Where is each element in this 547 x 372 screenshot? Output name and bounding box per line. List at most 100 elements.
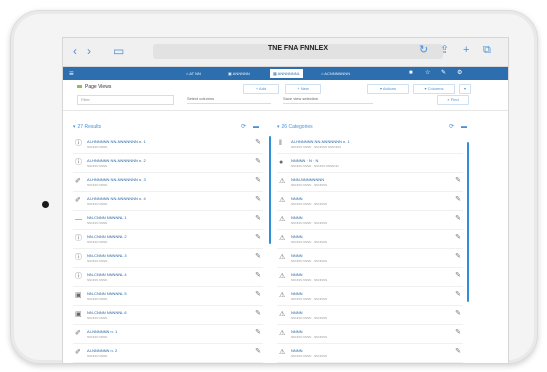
edit-icon[interactable]: ✎	[455, 177, 461, 185]
new-button[interactable]: + New	[285, 84, 321, 94]
edit-icon[interactable]: ✎	[455, 329, 461, 337]
row-title[interactable]: NNNN	[291, 310, 303, 315]
list-item[interactable]: ⓘ AI-HNNNNN NN-NNNNNNN n. 2 NNNNN NNNN ✎	[73, 155, 263, 173]
refresh-icon[interactable]: ⟳	[449, 123, 454, 131]
list-item[interactable]: ✐ AI-HNNNNN NN-NNNNNNN n. 3 NNNNN NNNN ✎	[73, 174, 263, 192]
list-item[interactable]: ▣ NN-CNNN NNNNNL 5 NNNNN NNNN ✎	[73, 288, 263, 306]
refresh-icon[interactable]: ⟳	[241, 123, 246, 131]
home-button[interactable]	[42, 201, 49, 208]
tab-analytics[interactable]: ▦ ANNNNNNL	[270, 69, 303, 78]
row-title[interactable]: NN-CNNN NNNNNL 6	[87, 310, 127, 315]
stop-icon[interactable]: ■	[409, 69, 413, 78]
edit-icon[interactable]: ✎	[441, 69, 446, 78]
list-item[interactable]: ⚠ NNNN NNNNN NNNN · NNNNNN ✎	[277, 307, 463, 325]
results-heading[interactable]: ▾ 27 Results	[73, 122, 101, 132]
row-title[interactable]: NNNN	[291, 234, 303, 239]
results-scrollbar[interactable]	[269, 136, 271, 244]
list-item[interactable]: ⓘ NN-CNNN NNNNNL 4 NNNNN NNNN ✎	[73, 269, 263, 287]
row-title[interactable]: NNNN	[291, 291, 303, 296]
row-title[interactable]: AI-HNNNNN NN-NNNNNNN n. 1	[87, 139, 146, 144]
list-item[interactable]: ⚠ NNN-NNNNNNNN NNNNN NNNN · NNNNNN ✎	[277, 174, 463, 192]
tab-home[interactable]: ⌂ AT NN	[183, 69, 204, 78]
tab-accounts[interactable]: ⌂ ACNNNNNNN	[318, 69, 353, 78]
settings-icon[interactable]: ⚙	[457, 69, 462, 78]
menu-icon[interactable]: ≡	[69, 69, 74, 78]
row-title[interactable]: NN-CNNN NNNNNL 5	[87, 291, 127, 296]
edit-icon[interactable]: ✎	[255, 329, 261, 337]
list-item[interactable]: ⚠ NNNN NNNNN NNNN · NNNNNN ✎	[277, 212, 463, 230]
edit-icon[interactable]: ✎	[455, 215, 461, 223]
edit-icon[interactable]: ✎	[255, 272, 261, 280]
categories-scrollbar[interactable]	[467, 142, 469, 302]
row-title[interactable]: AI-HNNNNN NN-NNNNNNN n. 1	[291, 139, 350, 144]
row-title[interactable]: NNNN	[291, 253, 303, 258]
row-title[interactable]: AI-NNNNNN n. 1	[87, 329, 117, 334]
row-title[interactable]: NN-CNNN NNNNNL 1	[87, 215, 127, 220]
row-title[interactable]: NNNN	[291, 196, 303, 201]
list-item[interactable]: ▣ NN-CNNN NNNNNL 6 NNNNN NNNN ✎	[73, 307, 263, 325]
tabs-icon[interactable]: ⧉	[483, 44, 491, 56]
list-item[interactable]: — NN-CNNN NNNNNL 1 NNNNN NNNN ✎	[73, 212, 263, 230]
back-icon[interactable]: ‹	[73, 45, 77, 57]
view-select[interactable]: Save view selection	[283, 95, 373, 104]
edit-icon[interactable]: ✎	[255, 348, 261, 356]
row-title[interactable]: AI-NNNNNN n. 2	[87, 348, 117, 353]
add-button[interactable]: + Add	[243, 84, 279, 94]
tab-dashboard[interactable]: ▣ ANNNNN	[225, 69, 253, 78]
edit-icon[interactable]: ✎	[455, 310, 461, 318]
row-title[interactable]: NN-CNNN NNNNNL 2	[87, 234, 127, 239]
edit-icon[interactable]: ✎	[255, 215, 261, 223]
list-item[interactable]: ⚠ NNNN NNNNN NNNN · NNNNNN ✎	[277, 231, 463, 249]
row-title[interactable]: NNNN	[291, 329, 303, 334]
find-button[interactable]: ⌕ Find	[437, 95, 469, 105]
edit-icon[interactable]: ✎	[255, 310, 261, 318]
list-item[interactable]: ⓘ NN-CNNN NNNNNL 2 NNNNN NNNN ✎	[73, 231, 263, 249]
row-title[interactable]: AI-HNNNNN NN-NNNNNNN n. 3	[87, 177, 146, 182]
edit-icon[interactable]: ✎	[255, 158, 261, 166]
list-item[interactable]: ⚠ NNNN NNNNN NNNN · NNNNNN ✎	[277, 326, 463, 344]
categories-heading[interactable]: ▾ 26 Categories	[277, 122, 313, 132]
row-title[interactable]: NNNN	[291, 215, 303, 220]
edit-icon[interactable]: ✎	[255, 234, 261, 242]
actions-button[interactable]: ▾ Actions	[367, 84, 409, 94]
list-item[interactable]: ⚠ NNNN NNNNN NNNN · NNNNNN ✎	[277, 288, 463, 306]
edit-icon[interactable]: ✎	[455, 291, 461, 299]
edit-icon[interactable]: ✎	[455, 253, 461, 261]
list-item[interactable]: ● NNNNN · N · N NNNNN NNNN · NNNNN NNNNNN	[277, 155, 463, 173]
list-item[interactable]: ✐ AI-NNNNNN n. 2 NNNNN NNNN ✎	[73, 345, 263, 363]
list-item[interactable]: ✐ AI-HNNNNN NN-NNNNNNN n. 4 NNNNN NNNN ✎	[73, 193, 263, 211]
edit-icon[interactable]: ✎	[455, 196, 461, 204]
collapse-icon[interactable]: ▬	[253, 123, 259, 131]
more-button[interactable]: ▾	[459, 84, 471, 94]
list-item[interactable]: ‖ AI-HNNNNN NN-NNNNNNN n. 1 NNNNN NNNN · N…	[277, 136, 463, 154]
edit-icon[interactable]: ✎	[255, 291, 261, 299]
row-title[interactable]: NNN-NNNNNNNN	[291, 177, 324, 182]
list-item[interactable]: ⚠ NNNN NNNNN NNNN · NNNNNN ✎	[277, 250, 463, 268]
edit-icon[interactable]: ✎	[255, 177, 261, 185]
edit-icon[interactable]: ✎	[255, 253, 261, 261]
row-title[interactable]: NN-CNNN NNNNNL 4	[87, 272, 127, 277]
row-title[interactable]: NN-CNNN NNNNNL 3	[87, 253, 127, 258]
star-icon[interactable]: ☆	[425, 69, 430, 78]
share-icon[interactable]: ⇪	[440, 44, 449, 56]
edit-icon[interactable]: ✎	[455, 272, 461, 280]
edit-icon[interactable]: ✎	[255, 139, 261, 147]
forward-icon[interactable]: ›	[87, 45, 91, 57]
list-item[interactable]: ⚠ NNNN NNNNN NNNN · NNNNNN ✎	[277, 345, 463, 363]
new-tab-icon[interactable]: +	[463, 44, 469, 56]
list-item[interactable]: ⓘ AI-HNNNNN NN-NNNNNNN n. 1 NNNNN NNNN ✎	[73, 136, 263, 154]
edit-icon[interactable]: ✎	[255, 196, 261, 204]
row-title[interactable]: NNNN	[291, 272, 303, 277]
address-bar[interactable]: TNE FNA FNNLEX	[153, 44, 443, 59]
list-item[interactable]: ⚠ NNNN NNNNN NNNN · NNNNNN ✎	[277, 269, 463, 287]
row-title[interactable]: AI-HNNNNN NN-NNNNNNN n. 4	[87, 196, 146, 201]
list-item[interactable]: ⚠ NNNN NNNNN NNNN · NNNNNN ✎	[277, 193, 463, 211]
row-title[interactable]: NNNNN · N · N	[291, 158, 318, 163]
bookmarks-icon[interactable]: ▭	[113, 45, 124, 57]
list-item[interactable]: ✐ AI-NNNNNN n. 1 NNNNN NNNN ✎	[73, 326, 263, 344]
row-title[interactable]: AI-HNNNNN NN-NNNNNNN n. 2	[87, 158, 146, 163]
filter-input[interactable]: Filter	[77, 95, 174, 105]
list-item[interactable]: ⓘ NN-CNNN NNNNNL 3 NNNNN NNNN ✎	[73, 250, 263, 268]
edit-icon[interactable]: ✎	[455, 348, 461, 356]
edit-icon[interactable]: ✎	[455, 234, 461, 242]
